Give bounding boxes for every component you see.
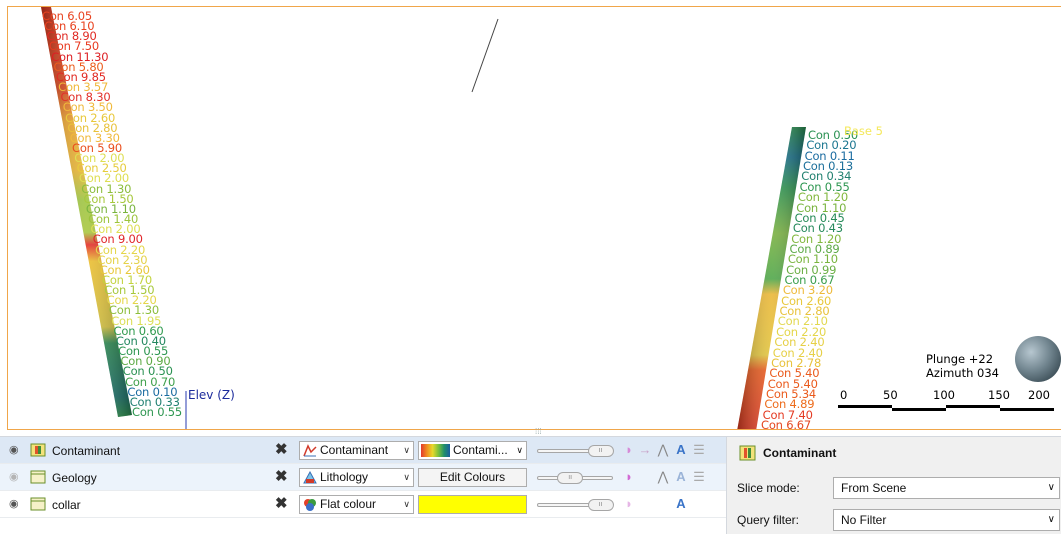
lightbulb-icon[interactable]: ◗ <box>622 469 636 485</box>
style-select[interactable]: Flat colour ∨ <box>299 495 414 514</box>
azimuth-text: Azimuth 034 <box>926 366 999 380</box>
scale-tick-200: 200 <box>1028 388 1050 402</box>
delete-x-icon[interactable]: ✖ <box>275 469 288 485</box>
elev-axis-label: Elev (Z) <box>188 388 235 402</box>
gradient-swatch <box>421 444 450 457</box>
axis-line-diagonal <box>471 18 499 93</box>
slice-mode-value: From Scene <box>841 481 907 495</box>
interval-table-icon <box>30 443 46 457</box>
left-hole-label: Con 0.55 <box>132 405 183 419</box>
splitter-grip-icon[interactable]: ⁞⁞⁞ <box>535 427 542 436</box>
layer-name: Contaminant <box>52 444 121 458</box>
style-select-label: Flat colour <box>320 497 377 511</box>
lightbulb-icon[interactable]: ◗ <box>622 496 636 512</box>
text-a-icon[interactable]: A <box>674 442 688 458</box>
style-select[interactable]: Lithology ∨ <box>299 468 414 487</box>
opacity-slider-thumb[interactable]: ıı <box>587 499 614 511</box>
table-icon <box>30 497 46 511</box>
scale-tick-0: 0 <box>840 388 848 402</box>
right-hole-label: Con 6.67 <box>761 418 812 430</box>
opacity-slider[interactable]: ıı <box>537 472 613 484</box>
contour-icon[interactable]: ⋀ <box>656 442 670 458</box>
slice-mode-label: Slice mode: <box>737 481 800 495</box>
opacity-slider[interactable]: ıı <box>537 445 614 457</box>
layer-row-contaminant[interactable]: ◉ Contaminant ✖ Contaminant ∨ Contami...… <box>0 437 726 464</box>
layer-row-geology[interactable]: ◉ Geology ✖ Lithology ∨ Edit Colours ıı … <box>0 464 726 491</box>
delete-x-icon[interactable]: ✖ <box>275 442 288 458</box>
properties-panel: Contaminant Slice mode: From Scene ∨ Que… <box>726 436 1061 534</box>
properties-title: Contaminant <box>763 446 837 460</box>
lightbulb-icon[interactable]: ◗ <box>622 442 636 458</box>
line-chart-icon <box>303 444 317 457</box>
layer-row-collar[interactable]: ◉ collar ✖ Flat colour ∨ ıı ◗ A <box>0 491 726 518</box>
scale-tick-100: 100 <box>933 388 955 402</box>
slice-mode-select[interactable]: From Scene ∨ <box>833 477 1060 499</box>
text-a-icon[interactable]: A <box>674 469 688 485</box>
flat-colour-icon <box>304 499 316 511</box>
lithology-icon <box>303 471 317 484</box>
scene-view[interactable]: Con 6.05 Con 6.10 Con 8.90 Con 7.50 Con 11.3… <box>7 6 1061 430</box>
eye-icon[interactable]: ◉ <box>9 498 23 510</box>
scale-tick-50: 50 <box>883 388 898 402</box>
query-filter-label: Query filter: <box>737 513 800 527</box>
layer-name: Geology <box>52 471 97 485</box>
chevron-down-icon: ∨ <box>403 472 410 482</box>
style-select-label: Lithology <box>320 470 369 484</box>
query-filter-select[interactable]: No Filter ∨ <box>833 509 1060 531</box>
delete-x-icon[interactable]: ✖ <box>275 496 288 512</box>
colour-map-select[interactable]: Contami... ∨ <box>418 441 527 460</box>
app-window: Con 6.05 Con 6.10 Con 8.90 Con 7.50 Con 11.3… <box>0 0 1061 534</box>
eye-icon[interactable]: ◉ <box>9 444 23 456</box>
chevron-down-icon: ∨ <box>403 499 410 509</box>
arrow-icon[interactable]: → <box>638 442 652 458</box>
style-select[interactable]: Contaminant ∨ <box>299 441 414 460</box>
plunge-text: Plunge +22 <box>926 352 994 366</box>
opacity-slider-thumb[interactable]: ıı <box>557 472 584 484</box>
orientation-readout: Plunge +22 Azimuth 034 <box>926 352 999 380</box>
scale-tick-150: 150 <box>988 388 1010 402</box>
contour-icon[interactable]: ⋀ <box>656 469 670 485</box>
base-label: Base 5 <box>844 124 883 138</box>
eye-icon[interactable]: ◉ <box>9 471 23 483</box>
text-a-icon[interactable]: A <box>674 496 688 512</box>
layers-panel: ◉ Contaminant ✖ Contaminant ∨ Contami...… <box>0 436 726 534</box>
scale-bar <box>838 405 1054 411</box>
query-filter-value: No Filter <box>841 513 887 527</box>
legend-icon[interactable]: ☰ <box>692 469 706 485</box>
table-icon <box>30 470 46 484</box>
edit-colours-button[interactable]: Edit Colours <box>418 468 527 487</box>
flat-colour-swatch[interactable] <box>418 495 527 514</box>
orientation-globe-icon[interactable] <box>1015 336 1061 382</box>
legend-icon[interactable]: ☰ <box>692 442 706 458</box>
interval-table-icon <box>739 445 756 461</box>
layer-name: collar <box>52 498 81 512</box>
chevron-down-icon: ∨ <box>1047 514 1055 525</box>
colour-map-label: Contami... <box>453 443 508 457</box>
opacity-slider-thumb[interactable]: ıı <box>587 445 614 457</box>
chevron-down-icon: ∨ <box>516 445 523 455</box>
chevron-down-icon: ∨ <box>403 445 410 455</box>
style-select-label: Contaminant <box>320 443 389 457</box>
opacity-slider[interactable]: ıı <box>537 499 614 511</box>
chevron-down-icon: ∨ <box>1047 482 1055 493</box>
